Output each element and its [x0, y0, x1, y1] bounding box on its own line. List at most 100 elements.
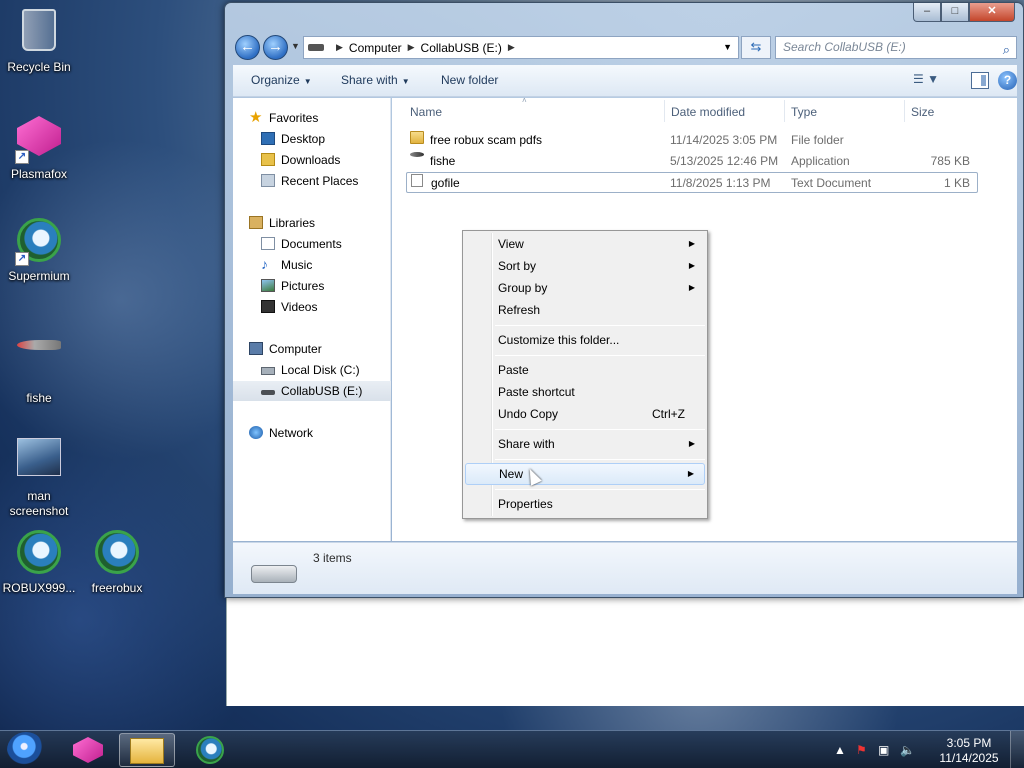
nav-computer[interactable]: Computer	[233, 339, 391, 359]
fish-app-icon	[410, 152, 424, 157]
nav-pictures[interactable]: Pictures	[233, 276, 391, 296]
search-input[interactable]: Search CollabUSB (E:) ⌕	[775, 36, 1017, 59]
minimize-button[interactable]: –	[913, 3, 941, 22]
file-row-gofile[interactable]: gofile 11/8/2025 1:13 PM Text Document 1…	[406, 172, 978, 193]
command-bar: Organize ▼ Share with ▼ New folder ☰ ▼ ?	[233, 65, 1017, 97]
nav-network[interactable]: Network	[233, 423, 391, 443]
chevron-right-icon[interactable]: ▶	[408, 42, 415, 53]
taskbar: ▲ ⚑ ▣ 🔈 3:05 PM 11/14/2025	[0, 730, 1024, 768]
nav-label: CollabUSB (E:)	[281, 384, 363, 398]
nav-music[interactable]: ♪ Music	[233, 255, 391, 275]
nav-label: Pictures	[281, 279, 325, 293]
taskbar-supermium[interactable]	[182, 733, 238, 767]
share-with-label: Share with	[341, 73, 398, 87]
back-button[interactable]: ←	[235, 35, 260, 60]
nav-downloads[interactable]: Downloads	[233, 150, 391, 170]
fish-app-icon	[17, 340, 61, 350]
menu-item-view[interactable]: View ▶	[465, 233, 705, 255]
column-date-modified[interactable]: Date modified	[671, 105, 745, 119]
column-type[interactable]: Type	[791, 105, 817, 119]
nav-documents[interactable]: Documents	[233, 234, 391, 254]
file-date: 5/13/2025 12:46 PM	[670, 154, 779, 168]
menu-label: Properties	[498, 497, 553, 511]
menu-label: Sort by	[498, 259, 537, 273]
clock[interactable]: 3:05 PM 11/14/2025	[934, 736, 1004, 766]
desktop-icon-recycle-bin[interactable]: Recycle Bin	[1, 6, 77, 75]
help-icon[interactable]: ?	[998, 71, 1017, 90]
desktop-icon-label: freerobux	[91, 581, 143, 595]
file-row-fishe[interactable]: fishe 5/13/2025 12:46 PM Application 785…	[406, 151, 978, 172]
submenu-arrow-icon: ▶	[688, 439, 695, 448]
desktop-icon-fishe[interactable]: fishe	[1, 320, 77, 406]
taskbar-plasmafox[interactable]	[60, 733, 116, 767]
nav-label: Recent Places	[281, 174, 359, 188]
file-name: fishe	[430, 154, 456, 168]
usb-drive-icon	[261, 390, 275, 395]
nav-recent-places[interactable]: Recent Places	[233, 171, 391, 191]
nav-label: Local Disk (C:)	[281, 363, 360, 377]
menu-item-customize-folder[interactable]: Customize this folder...	[465, 329, 705, 351]
chevron-right-icon[interactable]: ▶	[508, 42, 515, 53]
close-button[interactable]: ✕	[969, 3, 1015, 22]
new-folder-button[interactable]: New folder	[441, 73, 498, 87]
column-divider[interactable]	[664, 100, 665, 122]
menu-item-paste-shortcut[interactable]: Paste shortcut	[465, 381, 705, 403]
preview-pane-icon[interactable]	[971, 72, 989, 89]
supermium-icon	[196, 736, 224, 764]
menu-item-new[interactable]: New ▶	[465, 463, 705, 485]
recent-pages-dropdown-icon[interactable]: ▼	[291, 41, 300, 51]
nav-videos[interactable]: Videos	[233, 297, 391, 317]
chevron-right-icon[interactable]: ▶	[336, 42, 343, 53]
column-divider[interactable]	[904, 100, 905, 122]
menu-item-group-by[interactable]: Group by ▶	[465, 277, 705, 299]
star-icon: ★	[249, 109, 263, 126]
nav-desktop[interactable]: Desktop	[233, 129, 391, 149]
menu-label: New	[499, 467, 524, 481]
desktop-icon-supermium[interactable]: ↗ Supermium	[1, 216, 77, 284]
organize-button[interactable]: Organize ▼	[251, 73, 312, 87]
file-row-folder[interactable]: free robux scam pdfs 11/14/2025 3:05 PM …	[406, 130, 978, 151]
refresh-icon: ⇆	[750, 39, 762, 54]
nav-label: Computer	[269, 342, 322, 356]
forward-button[interactable]: →	[263, 35, 288, 60]
search-icon[interactable]: ⌕	[1003, 39, 1010, 60]
action-center-icon[interactable]: ⚑	[856, 743, 867, 757]
menu-item-undo-copy[interactable]: Undo Copy Ctrl+Z	[465, 403, 705, 425]
nav-libraries[interactable]: Libraries	[233, 213, 391, 233]
desktop-icon-freerobux[interactable]: freerobux	[79, 528, 155, 596]
start-button[interactable]	[7, 732, 45, 768]
menu-item-refresh[interactable]: Refresh	[465, 299, 705, 321]
change-view-icon[interactable]: ☰ ▼	[913, 72, 947, 90]
address-dropdown-icon[interactable]: ▼	[723, 42, 732, 52]
maximize-button[interactable]: □	[941, 3, 969, 22]
breadcrumb-computer[interactable]: Computer	[349, 41, 402, 55]
volume-muted-icon[interactable]: 🔈	[900, 743, 915, 757]
desktop-icon	[261, 132, 275, 145]
menu-item-share-with[interactable]: Share with ▶	[465, 433, 705, 455]
desktop-icon-man-screenshot[interactable]: man screenshot	[1, 432, 77, 519]
desktop-icon-label: Supermium	[8, 269, 70, 283]
column-name[interactable]: Name	[410, 105, 442, 119]
refresh-button[interactable]: ⇆	[741, 36, 771, 59]
column-divider[interactable]	[784, 100, 785, 122]
show-desktop-button[interactable]	[1010, 731, 1024, 768]
taskbar-explorer[interactable]	[119, 733, 175, 767]
nav-collabusb[interactable]: CollabUSB (E:)	[233, 381, 391, 401]
column-size[interactable]: Size	[911, 105, 934, 119]
network-status-icon[interactable]: ▣	[878, 743, 889, 757]
breadcrumb-collabusb[interactable]: CollabUSB (E:)	[421, 41, 502, 55]
nav-local-disk[interactable]: Local Disk (C:)	[233, 360, 391, 380]
desktop-icon-label: Plasmafox	[10, 167, 68, 181]
menu-item-sort-by[interactable]: Sort by ▶	[465, 255, 705, 277]
submenu-arrow-icon: ▶	[688, 239, 695, 248]
desktop-icon-plasmafox[interactable]: ↗ Plasmafox	[1, 112, 77, 182]
music-icon: ♪	[261, 256, 268, 272]
show-hidden-icons-icon[interactable]: ▲	[834, 743, 846, 757]
menu-item-paste[interactable]: Paste	[465, 359, 705, 381]
menu-shortcut: Ctrl+Z	[652, 407, 685, 421]
share-with-button[interactable]: Share with ▼	[341, 73, 410, 87]
menu-item-properties[interactable]: Properties	[465, 493, 705, 515]
address-bar[interactable]: ▶ Computer ▶ CollabUSB (E:) ▶ ▼	[303, 36, 739, 59]
nav-favorites[interactable]: ★ Favorites	[233, 108, 391, 128]
desktop-icon-robux999[interactable]: ROBUX999...	[1, 528, 77, 596]
